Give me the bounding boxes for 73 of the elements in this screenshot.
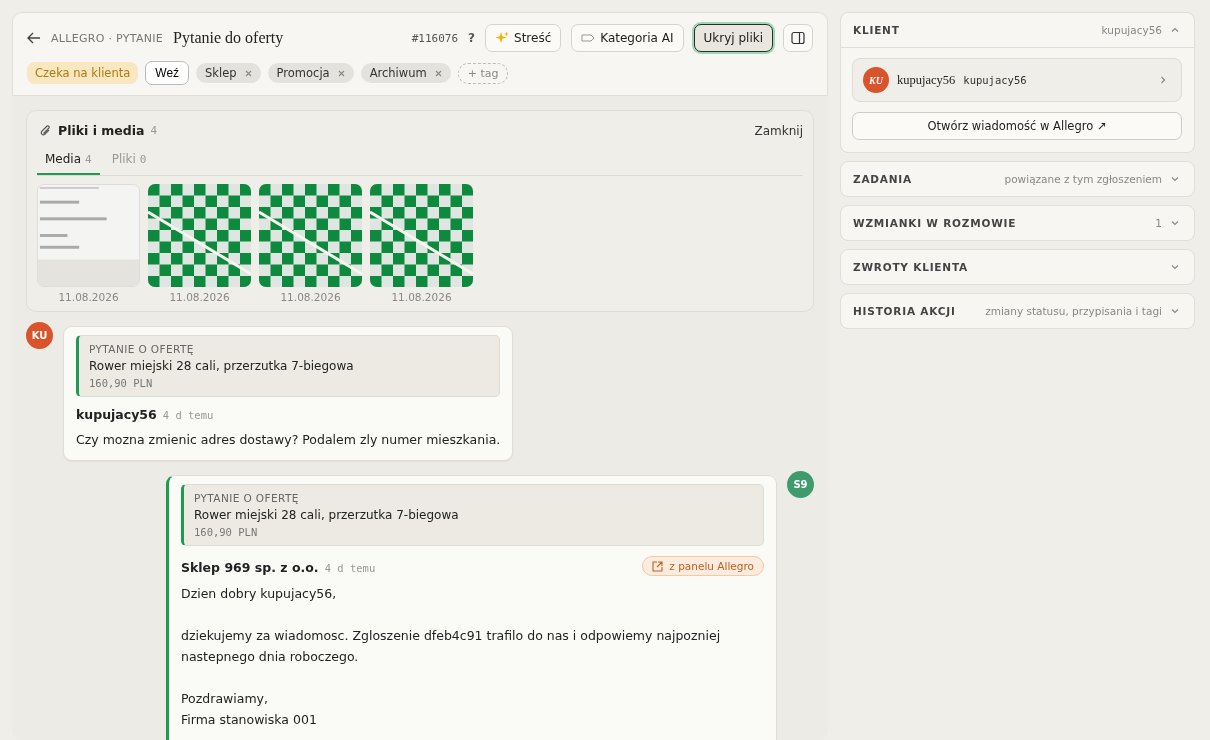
offer-price: 160,90 PLN bbox=[89, 377, 154, 389]
media-date: 11.08.2026 bbox=[280, 291, 341, 303]
message-text: Czy mozna zmienic adres dostawy? Podalem zly numer mieszkania. bbox=[76, 431, 501, 449]
client-name: kupujacy56 bbox=[897, 72, 956, 88]
quote-label: PYTANIE O OFERTĘ bbox=[89, 343, 195, 355]
avatar: S9 bbox=[787, 471, 814, 498]
broken-image-thumbnail[interactable] bbox=[370, 184, 473, 287]
chevron-right-icon bbox=[1159, 75, 1167, 85]
remove-tag-icon[interactable] bbox=[337, 69, 345, 77]
message-author: Sklep 969 sp. z o.o. bbox=[181, 559, 319, 575]
media-date: 11.08.2026 bbox=[58, 291, 119, 303]
tag-icon bbox=[581, 34, 596, 42]
ai-category-button[interactable]: Kategoria AI bbox=[571, 24, 684, 52]
source-badge: z panelu Allegro bbox=[642, 556, 764, 576]
sidebar-icon bbox=[791, 31, 805, 45]
open-in-allegro-button[interactable]: Otwórz wiadomość w Allegro ↗ bbox=[852, 112, 1182, 140]
offer-title: Rower miejski 28 cali, przerzutka 7-biegowa bbox=[89, 359, 355, 373]
broken-image-thumbnail[interactable] bbox=[148, 184, 251, 287]
status-badge: Czeka na klienta bbox=[27, 62, 139, 84]
avatar: KU bbox=[26, 322, 53, 349]
panel-title: Pliki i media bbox=[58, 123, 145, 138]
section-summary: kupujacy56 bbox=[1101, 24, 1162, 36]
remove-tag-icon[interactable] bbox=[244, 69, 252, 77]
tag-label: Archiwum bbox=[369, 66, 427, 80]
quote-label: PYTANIE O OFERTĘ bbox=[194, 492, 300, 504]
broken-image-thumbnail[interactable] bbox=[259, 184, 362, 287]
tab[interactable]: Media 4 bbox=[37, 152, 100, 175]
section-title: HISTORIA AKCJI bbox=[853, 305, 956, 317]
close-link[interactable]: Zamknij bbox=[754, 123, 803, 138]
section-title: WZMIANKI W ROZMOWIE bbox=[853, 217, 1017, 229]
media-date: 11.08.2026 bbox=[169, 291, 230, 303]
section-title: ZWROTY KLIENTA bbox=[853, 261, 968, 273]
message-time: 4 d temu bbox=[162, 409, 214, 421]
message-text: Pozdrawiamy, Firma stanowiska 001 bbox=[181, 690, 318, 729]
sidebar-section[interactable]: WZMIANKI W ROZMOWIE 1 bbox=[840, 205, 1195, 241]
chevron-down-icon[interactable] bbox=[1170, 174, 1180, 184]
offer-price: 160,90 PLN bbox=[194, 526, 259, 538]
message-author: kupujacy56 bbox=[76, 407, 157, 422]
help-link[interactable]: ? bbox=[468, 31, 476, 45]
section-summary: powiązane z tym zgłoszeniem bbox=[1004, 173, 1162, 185]
paperclip-icon bbox=[39, 123, 52, 138]
client-row[interactable]: KU kupujacy56 kupujacy56 bbox=[852, 58, 1182, 102]
tag-label: Promocja bbox=[276, 66, 330, 80]
take-button[interactable]: Weź bbox=[145, 61, 190, 85]
sidebar-section[interactable]: ZADANIA powiązane z tym zgłoszeniem bbox=[840, 161, 1195, 197]
client-avatar: KU bbox=[863, 67, 889, 93]
section-title: ZADANIA bbox=[853, 173, 912, 185]
breadcrumb: ALLEGRO · PYTANIE bbox=[51, 31, 164, 45]
file-count: 4 bbox=[150, 124, 158, 137]
chevron-down-icon[interactable] bbox=[1170, 218, 1180, 228]
message-text: dziekujemy za wiadomosc. Zgloszenie dfeb4c91 trafilo do nas i odpowiemy najpozniej nastepnego dnia roboczego. bbox=[181, 627, 722, 666]
client-login: kupujacy56 bbox=[963, 74, 1027, 86]
sidebar-section[interactable]: HISTORIA AKCJI zmiany statusu, przypisania i tagi bbox=[840, 293, 1195, 329]
section-summary: zmiany statusu, przypisania i tagi bbox=[985, 305, 1162, 317]
offer-title: Rower miejski 28 cali, przerzutka 7-biegowa bbox=[194, 508, 460, 522]
summarize-button[interactable]: Streść bbox=[485, 24, 562, 52]
chevron-down-icon[interactable] bbox=[1170, 306, 1180, 316]
message-text: Dzien dobry kupujacy56, bbox=[181, 585, 338, 603]
chevron-up-icon[interactable] bbox=[1170, 25, 1180, 35]
sidebar-section[interactable]: ZWROTY KLIENTA bbox=[840, 249, 1195, 285]
remove-tag-icon[interactable] bbox=[434, 69, 442, 77]
section-summary: 1 bbox=[1155, 217, 1162, 229]
chevron-down-icon[interactable] bbox=[1170, 262, 1180, 272]
ticket-title: Pytanie do oferty bbox=[173, 29, 284, 47]
external-link-icon bbox=[652, 560, 664, 572]
panel-toggle-button[interactable] bbox=[783, 24, 813, 52]
message-time: 4 d temu bbox=[324, 561, 376, 574]
section-title: KLIENT bbox=[853, 24, 900, 36]
ticket-number: #116076 bbox=[411, 31, 459, 45]
back-arrow-icon[interactable] bbox=[27, 32, 41, 44]
tag-label: Sklep bbox=[205, 66, 237, 80]
media-date: 11.08.2026 bbox=[391, 291, 452, 303]
hide-files-button[interactable]: Ukryj pliki bbox=[693, 24, 773, 52]
